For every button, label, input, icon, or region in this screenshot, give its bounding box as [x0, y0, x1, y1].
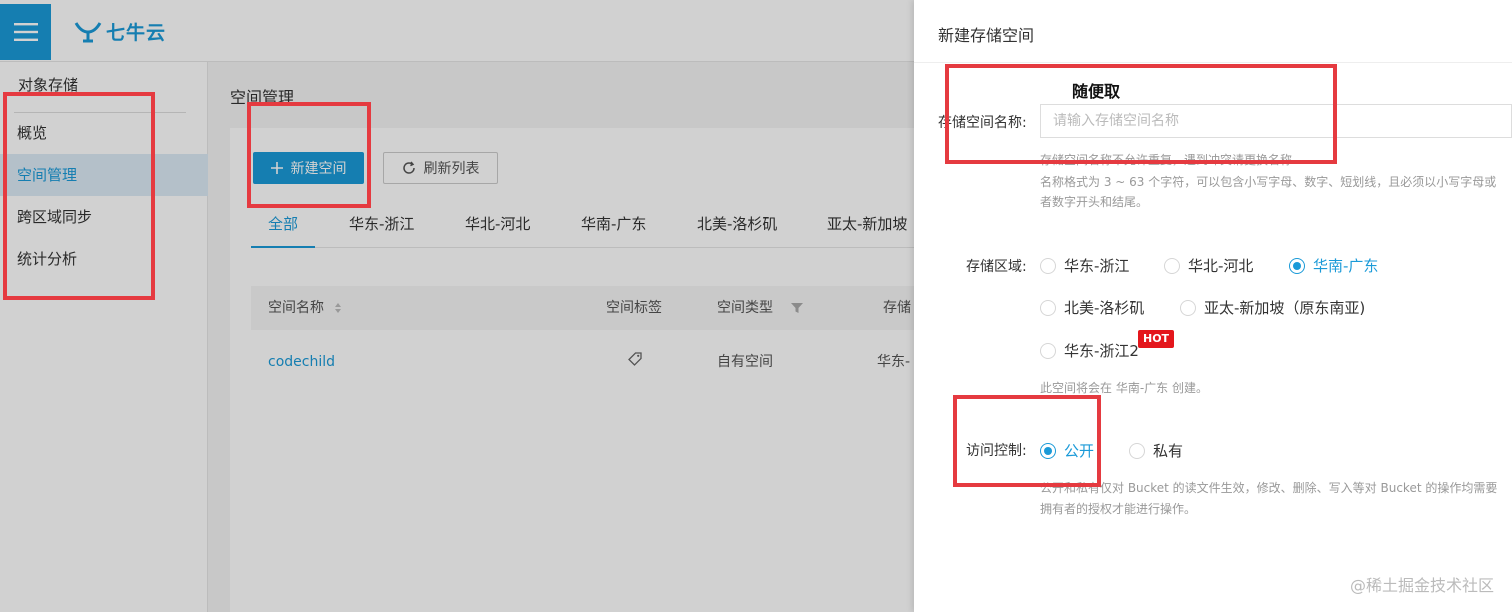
- radio-circle-checked: [1289, 257, 1305, 274]
- radio-circle: [1040, 342, 1056, 359]
- region-radio-label: 华南-广东: [1313, 257, 1379, 275]
- access-hint: 公开和私有仅对 Bucket 的读文件生效，修改、删除、写入等对 Bucket …: [1040, 481, 1498, 495]
- region-radio-label: 亚太-新加坡（原东南亚): [1204, 299, 1366, 317]
- bucket-name-hint-format: 名称格式为 3 ~ 63 个字符，可以包含小写字母、数字、短划线，且必须以小写字…: [1040, 175, 1497, 189]
- region-radio-east-zhejiang[interactable]: 华东-浙江: [1040, 255, 1129, 276]
- region-radio-na-los-angeles[interactable]: 北美-洛杉矶: [1040, 297, 1144, 318]
- region-radio-ap-singapore[interactable]: 亚太-新加坡（原东南亚): [1180, 297, 1365, 318]
- annotation-box-sidebar: [3, 92, 155, 300]
- region-radio-east-zhejiang-2[interactable]: 华东-浙江2: [1040, 340, 1139, 361]
- drawer-divider: [914, 62, 1512, 63]
- access-radio-private[interactable]: 私有: [1129, 440, 1183, 461]
- region-radio-label: 华北-河北: [1188, 257, 1254, 275]
- radio-circle: [1180, 299, 1196, 316]
- region-radio-label: 北美-洛杉矶: [1064, 299, 1145, 317]
- annotation-box-access: [953, 395, 1101, 487]
- access-radio-label: 私有: [1153, 442, 1184, 460]
- radio-circle: [1040, 299, 1056, 316]
- region-radio-north-hebei[interactable]: 华北-河北: [1164, 255, 1253, 276]
- bucket-name-hint-format-end: 者数字开头和结尾。: [1040, 195, 1149, 209]
- hot-badge: HOT: [1138, 330, 1175, 348]
- access-hint-end: 拥有者的授权才能进行操作。: [1040, 502, 1197, 516]
- annotation-box-name: [945, 64, 1337, 164]
- watermark: @稀土掘金技术社区: [1349, 576, 1494, 595]
- region-label: 存储区域:: [966, 259, 1027, 275]
- annotation-box-new-button: [247, 102, 371, 208]
- region-radio-label: 华东-浙江2: [1064, 342, 1139, 360]
- radio-circle: [1164, 257, 1180, 274]
- region-radio-south-guangdong[interactable]: 华南-广东: [1289, 255, 1378, 276]
- radio-circle: [1040, 257, 1056, 274]
- region-radio-label: 华东-浙江: [1064, 257, 1130, 275]
- radio-circle: [1129, 442, 1145, 459]
- drawer-title: 新建存储空间: [938, 26, 1035, 45]
